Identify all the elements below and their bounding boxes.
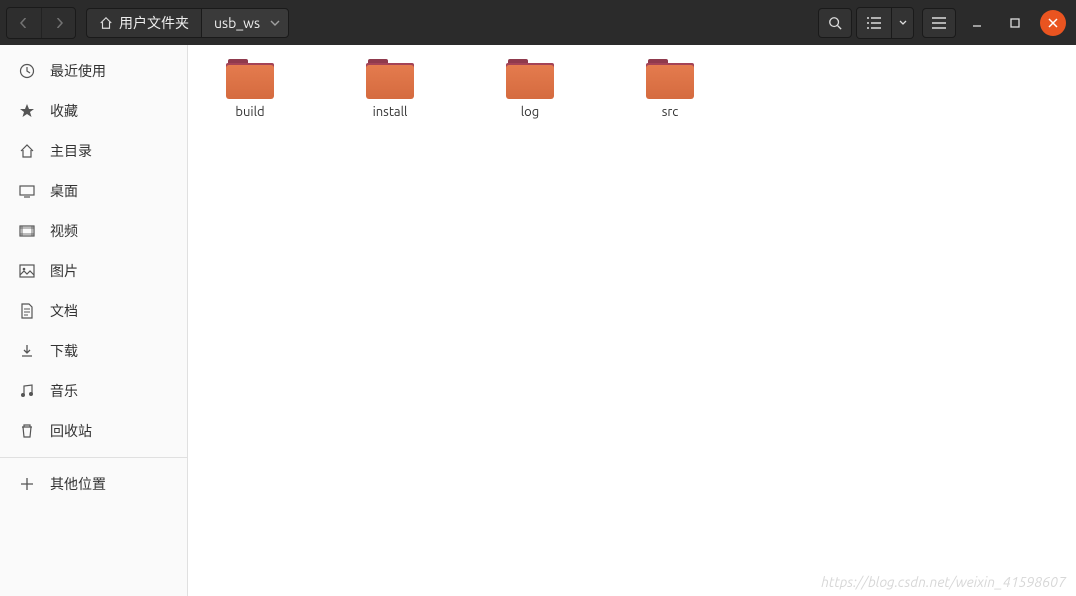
desktop-icon [18,182,36,200]
sidebar-item-desktop[interactable]: 桌面 [0,171,187,211]
music-icon [18,382,36,400]
sidebar: 最近使用 收藏 主目录 桌面 视频 图片 文档 下载 [0,45,188,596]
sidebar-separator [0,457,187,458]
sidebar-item-label: 文档 [50,301,78,321]
document-icon [18,302,36,320]
sidebar-item-home[interactable]: 主目录 [0,131,187,171]
sidebar-item-starred[interactable]: 收藏 [0,91,187,131]
view-list-button[interactable] [857,8,891,38]
image-icon [18,262,36,280]
folder-label: src [662,105,679,119]
sidebar-item-label: 最近使用 [50,61,106,81]
forward-button[interactable] [41,8,75,38]
star-icon [18,102,36,120]
sidebar-item-label: 其他位置 [50,474,106,494]
folder-item[interactable]: log [490,59,570,119]
chevron-down-icon [899,20,907,25]
minimize-icon [972,18,982,28]
folder-grid: build install log src [210,59,1054,119]
minimize-button[interactable] [964,10,990,36]
list-icon [867,17,881,29]
back-button[interactable] [7,8,41,38]
maximize-icon [1010,18,1020,28]
folder-item[interactable]: build [210,59,290,119]
folder-item[interactable]: install [350,59,430,119]
breadcrumb-current[interactable]: usb_ws [201,8,289,38]
sidebar-item-other-locations[interactable]: 其他位置 [0,464,187,504]
home-icon [99,16,113,30]
view-dropdown-button[interactable] [891,8,913,38]
sidebar-item-label: 下载 [50,341,78,361]
hamburger-menu-button[interactable] [922,8,956,38]
plus-icon [18,475,36,493]
home-icon [18,142,36,160]
path-bar: 用户文件夹 usb_ws [86,8,289,38]
sidebar-item-pictures[interactable]: 图片 [0,251,187,291]
sidebar-item-documents[interactable]: 文档 [0,291,187,331]
body-area: 最近使用 收藏 主目录 桌面 视频 图片 文档 下载 [0,45,1076,596]
chevron-down-icon [270,20,280,26]
folder-item[interactable]: src [630,59,710,119]
sidebar-item-label: 收藏 [50,101,78,121]
sidebar-item-label: 主目录 [50,141,92,161]
breadcrumb-current-label: usb_ws [214,15,260,31]
main-content[interactable]: build install log src https://blog.csdn.… [188,45,1076,596]
clock-icon [18,62,36,80]
sidebar-item-label: 桌面 [50,181,78,201]
video-icon [18,222,36,240]
sidebar-item-music[interactable]: 音乐 [0,371,187,411]
sidebar-item-videos[interactable]: 视频 [0,211,187,251]
hamburger-icon [932,17,946,29]
sidebar-item-label: 图片 [50,261,78,281]
close-button[interactable] [1040,10,1066,36]
watermark: https://blog.csdn.net/weixin_41598607 [821,574,1066,590]
close-icon [1048,18,1058,28]
maximize-button[interactable] [1002,10,1028,36]
sidebar-item-label: 回收站 [50,421,92,441]
view-group [856,7,914,39]
breadcrumb-home-label: 用户文件夹 [119,13,189,33]
search-button[interactable] [818,8,852,38]
folder-icon [366,59,414,99]
nav-group [6,7,76,39]
sidebar-item-downloads[interactable]: 下载 [0,331,187,371]
folder-label: log [521,105,540,119]
sidebar-item-label: 视频 [50,221,78,241]
sidebar-item-recent[interactable]: 最近使用 [0,51,187,91]
chevron-right-icon [54,18,64,28]
sidebar-item-label: 音乐 [50,381,78,401]
folder-icon [226,59,274,99]
sidebar-item-trash[interactable]: 回收站 [0,411,187,451]
trash-icon [18,422,36,440]
breadcrumb-home[interactable]: 用户文件夹 [86,8,201,38]
folder-label: install [373,105,408,119]
folder-icon [506,59,554,99]
folder-icon [646,59,694,99]
titlebar: 用户文件夹 usb_ws [0,0,1076,45]
download-icon [18,342,36,360]
chevron-left-icon [19,18,29,28]
folder-label: build [235,105,264,119]
search-icon [828,16,842,30]
